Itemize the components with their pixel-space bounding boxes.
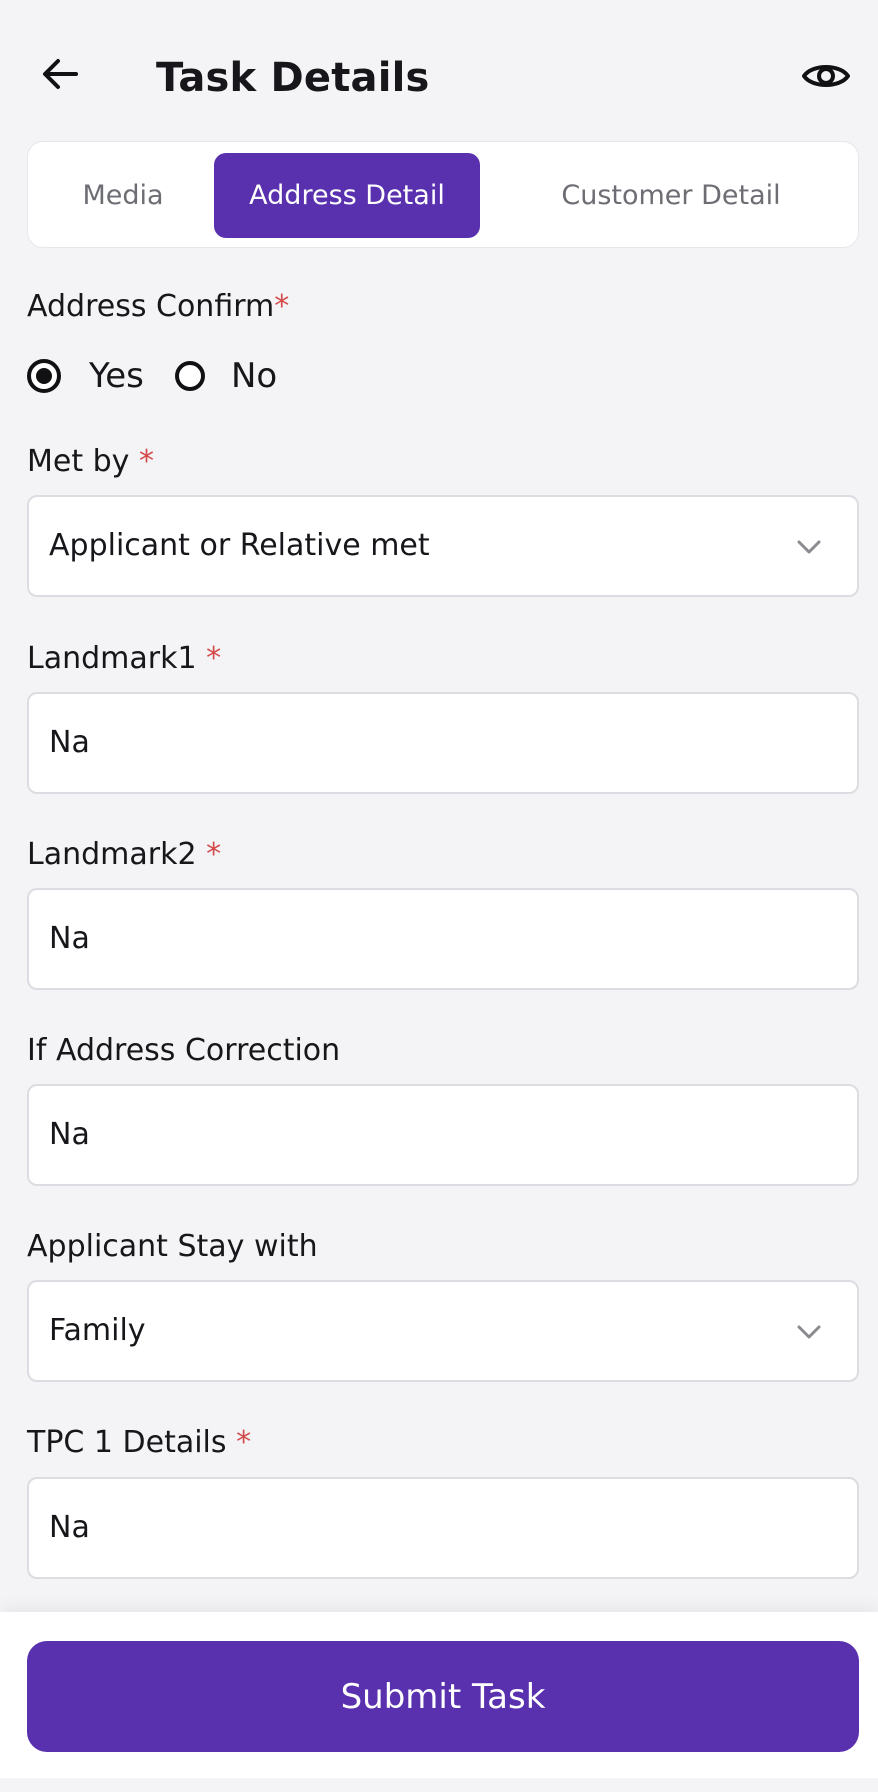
tpc1-details-label-text: TPC 1 Details	[27, 1425, 227, 1460]
landmark1-label: Landmark1 *	[27, 639, 221, 679]
chevron-down-icon	[797, 540, 821, 554]
landmark2-label-text: Landmark2	[27, 837, 197, 872]
radio-label-no: No	[231, 356, 278, 396]
radio-label-yes: Yes	[89, 356, 144, 396]
landmark2-label: Landmark2 *	[27, 835, 221, 875]
arrow-left-icon	[43, 59, 78, 89]
tab-media[interactable]: Media	[48, 153, 198, 238]
tab-address-detail[interactable]: Address Detail	[214, 153, 480, 238]
radio-checked-icon	[27, 359, 61, 393]
address-correction-input[interactable]: Na	[27, 1084, 859, 1186]
met-by-label-text: Met by	[27, 444, 130, 479]
view-button[interactable]	[798, 52, 854, 100]
landmark2-input[interactable]: Na	[27, 888, 859, 990]
tab-bar: Media Address Detail Customer Detail	[27, 141, 859, 248]
page-title: Task Details	[156, 55, 430, 101]
address-confirm-label: Address Confirm*	[27, 287, 289, 327]
chevron-down-icon	[797, 1325, 821, 1339]
tab-customer-detail[interactable]: Customer Detail	[498, 153, 844, 238]
required-mark: *	[274, 289, 290, 324]
submit-task-button[interactable]: Submit Task	[27, 1641, 859, 1752]
eye-icon	[802, 65, 850, 87]
applicant-stay-with-select[interactable]: Family	[27, 1280, 859, 1382]
met-by-value: Applicant or Relative met	[49, 528, 430, 563]
radio-unchecked-icon	[175, 361, 205, 391]
address-correction-value: Na	[49, 1117, 90, 1152]
back-button[interactable]	[36, 50, 84, 98]
landmark1-label-text: Landmark1	[27, 641, 197, 676]
tpc1-details-input[interactable]: Na	[27, 1477, 859, 1579]
required-mark: *	[206, 641, 222, 676]
tpc1-details-label: TPC 1 Details *	[27, 1423, 251, 1463]
applicant-stay-with-label: Applicant Stay with	[27, 1229, 318, 1264]
address-confirm-radio-group: Yes No	[27, 348, 427, 404]
bottom-action-bar: Submit Task	[0, 1612, 878, 1792]
landmark1-input[interactable]: Na	[27, 692, 859, 794]
address-confirm-label-text: Address Confirm	[27, 289, 275, 324]
bottom-divider-strip	[0, 1778, 878, 1792]
applicant-stay-with-value: Family	[49, 1313, 146, 1348]
met-by-label: Met by *	[27, 442, 154, 482]
required-mark: *	[206, 837, 222, 872]
met-by-select[interactable]: Applicant or Relative met	[27, 495, 859, 597]
landmark2-value: Na	[49, 921, 90, 956]
landmark1-value: Na	[49, 725, 90, 760]
app-header: Task Details	[0, 0, 878, 140]
required-mark: *	[138, 444, 154, 479]
address-confirm-yes-radio[interactable]: Yes	[27, 348, 144, 404]
tpc1-details-value: Na	[49, 1510, 90, 1545]
address-confirm-no-radio[interactable]: No	[175, 348, 277, 404]
address-correction-label: If Address Correction	[27, 1033, 341, 1068]
required-mark: *	[236, 1425, 252, 1460]
